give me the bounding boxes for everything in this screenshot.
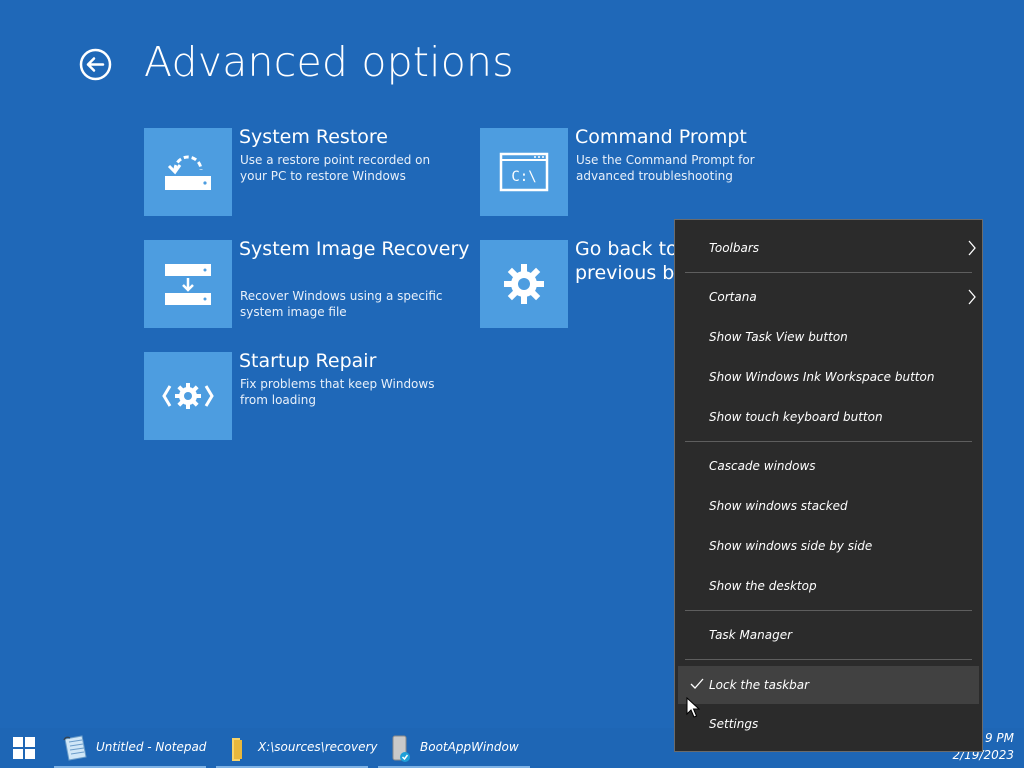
tile-system-restore[interactable]: System Restore Use a restore point recor…	[144, 126, 474, 218]
startup-repair-icon	[144, 352, 232, 440]
chevron-right-icon	[968, 240, 976, 256]
menu-item-label: Toolbars	[709, 241, 760, 255]
menu-separator	[685, 272, 972, 273]
menu-separator	[685, 610, 972, 611]
menu-item-cascade-windows[interactable]: Cascade windows	[678, 448, 979, 484]
taskbar-item-explorer[interactable]: X:\sources\recovery	[216, 728, 378, 768]
tile-command-prompt[interactable]: C:\ Command Prompt Use the Command Promp…	[480, 126, 810, 218]
menu-separator	[685, 441, 972, 442]
menu-item-label: Lock the taskbar	[709, 678, 810, 692]
menu-item-show-side-by-side[interactable]: Show windows side by side	[678, 528, 979, 564]
boot-app-icon	[392, 735, 410, 762]
mouse-pointer-icon	[686, 697, 700, 718]
menu-item-label: Show windows side by side	[709, 539, 873, 553]
menu-item-task-manager[interactable]: Task Manager	[678, 617, 979, 653]
menu-item-show-ink-workspace[interactable]: Show Windows Ink Workspace button	[678, 359, 979, 395]
menu-item-label: Show touch keyboard button	[709, 410, 883, 424]
tile-title: System Restore	[239, 126, 388, 148]
menu-item-label: Cortana	[709, 290, 757, 304]
taskbar-item-bootappwindow[interactable]: BootAppWindow	[378, 728, 530, 768]
menu-item-show-windows-stacked[interactable]: Show windows stacked	[678, 488, 979, 524]
menu-item-label: Settings	[709, 717, 759, 731]
checkmark-icon	[690, 678, 704, 689]
tile-title: Command Prompt	[575, 126, 747, 148]
menu-item-label: Task Manager	[709, 628, 793, 642]
back-button[interactable]	[79, 48, 112, 81]
taskbar-item-label: Untitled - Notepad	[96, 740, 207, 754]
tile-description: Recover Windows using a specific system …	[240, 289, 443, 319]
menu-item-toolbars[interactable]: Toolbars	[678, 230, 979, 266]
menu-item-settings[interactable]: Settings	[678, 706, 979, 742]
tile-startup-repair[interactable]: Startup Repair Fix problems that keep Wi…	[144, 350, 474, 442]
tile-title: System Image Recovery	[239, 238, 470, 260]
start-button[interactable]	[0, 728, 48, 768]
menu-item-lock-taskbar[interactable]: Lock the taskbar	[678, 666, 979, 704]
windows-logo-icon	[13, 737, 35, 759]
svg-text:C:\: C:\	[511, 169, 536, 185]
taskbar-item-label: X:\sources\recovery	[258, 740, 378, 754]
tile-system-image-recovery[interactable]: System Image Recovery Recover Windows us…	[144, 238, 474, 330]
command-prompt-icon: C:\	[480, 128, 568, 216]
menu-item-label: Show the desktop	[709, 579, 817, 593]
page-title: Advanced options	[144, 38, 514, 86]
taskbar-item-notepad[interactable]: Untitled - Notepad	[54, 728, 206, 768]
folder-icon	[232, 738, 242, 761]
tile-description: Fix problems that keep Windows from load…	[240, 377, 435, 407]
taskbar-context-menu: Toolbars Cortana Show Task View button S…	[674, 219, 983, 752]
taskbar-item-label: BootAppWindow	[420, 740, 519, 754]
menu-separator	[685, 659, 972, 660]
menu-item-cortana[interactable]: Cortana	[678, 279, 979, 315]
tile-description: Use a restore point recorded on your PC …	[240, 153, 431, 183]
tile-title: Startup Repair	[239, 350, 377, 372]
tile-description: Use the Command Prompt for advanced trou…	[576, 153, 755, 183]
back-arrow-icon	[79, 48, 112, 81]
system-image-icon	[144, 240, 232, 328]
menu-item-label: Show Task View button	[709, 330, 848, 344]
menu-item-label: Cascade windows	[709, 459, 816, 473]
menu-item-show-task-view[interactable]: Show Task View button	[678, 319, 979, 355]
menu-item-show-desktop[interactable]: Show the desktop	[678, 568, 979, 604]
system-restore-icon	[144, 128, 232, 216]
menu-item-label: Show Windows Ink Workspace button	[709, 370, 935, 384]
notepad-icon	[63, 735, 87, 761]
gear-icon	[480, 240, 568, 328]
menu-item-label: Show windows stacked	[709, 499, 848, 513]
menu-item-show-touch-keyboard[interactable]: Show touch keyboard button	[678, 399, 979, 435]
chevron-right-icon	[968, 289, 976, 305]
